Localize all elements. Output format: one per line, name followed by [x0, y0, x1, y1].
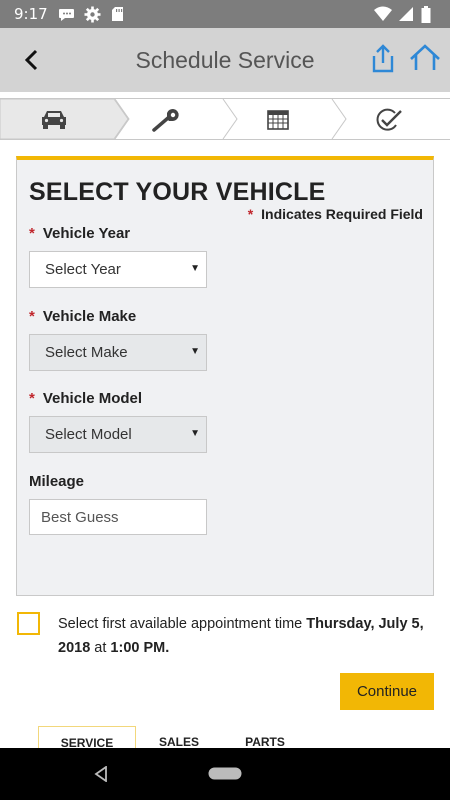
required-star: *	[247, 206, 254, 222]
year-label-text: Vehicle Year	[42, 225, 131, 242]
calendar-icon	[267, 110, 289, 130]
appointment-text: Select first available appointment time	[58, 616, 307, 632]
check-circle-icon	[376, 108, 402, 131]
step-schedule[interactable]	[224, 99, 348, 139]
tab-parts[interactable]: PARTS	[226, 726, 304, 749]
year-select[interactable]: Select Year ▼	[29, 251, 207, 288]
message-icon	[59, 9, 74, 21]
nav-home-icon[interactable]	[208, 767, 242, 780]
mileage-placeholder: Best Guess	[41, 509, 119, 526]
chevron-down-icon: ▼	[190, 263, 200, 274]
make-select[interactable]: Select Make ▼	[29, 334, 207, 371]
form-heading: SELECT YOUR VEHICLE	[29, 178, 326, 206]
chevron-down-icon: ▼	[190, 346, 200, 357]
first-available-text: Select first available appointment time …	[58, 612, 430, 660]
appointment-at: at	[90, 640, 111, 656]
tab-service[interactable]: SERVICE	[38, 726, 136, 750]
model-select[interactable]: Select Model ▼	[29, 416, 207, 453]
year-label: * Vehicle Year	[29, 225, 130, 242]
tab-sales[interactable]: SALES	[140, 726, 218, 749]
year-select-value: Select Year	[45, 261, 121, 278]
step-progress	[0, 98, 450, 140]
signal-icon	[399, 7, 413, 21]
mileage-input[interactable]: Best Guess	[29, 499, 207, 535]
chevron-down-icon: ▼	[190, 428, 200, 439]
required-star: *	[29, 390, 35, 407]
sd-card-icon	[112, 7, 123, 21]
continue-button[interactable]: Continue	[340, 673, 434, 710]
step-confirm[interactable]	[333, 99, 450, 139]
make-select-value: Select Make	[45, 344, 128, 361]
status-bar: 9:17	[0, 0, 450, 28]
required-star: *	[29, 308, 35, 325]
required-note-text: Indicates Required Field	[261, 206, 423, 222]
wifi-icon	[374, 6, 392, 21]
nav-back-icon[interactable]	[94, 766, 108, 782]
app-bar: Schedule Service	[0, 28, 450, 92]
car-icon	[42, 111, 66, 129]
step-service[interactable]	[115, 99, 239, 139]
battery-icon	[421, 6, 431, 23]
home-icon[interactable]	[409, 44, 441, 72]
first-available-checkbox[interactable]	[17, 612, 40, 635]
share-icon[interactable]	[370, 44, 396, 74]
step-vehicle[interactable]	[0, 99, 130, 139]
model-label: * Vehicle Model	[29, 390, 142, 407]
vehicle-form-card: SELECT YOUR VEHICLE * Indicates Required …	[16, 156, 434, 596]
settings-icon	[84, 6, 101, 23]
bottom-tabs: SERVICE SALES PARTS	[0, 726, 450, 750]
system-nav-bar	[0, 748, 450, 800]
mileage-label: Mileage	[29, 473, 85, 490]
wrench-icon	[152, 109, 179, 132]
required-note: * Indicates Required Field	[248, 206, 423, 222]
appointment-time: 1:00 PM.	[110, 640, 170, 656]
required-star: *	[29, 225, 35, 242]
model-select-value: Select Model	[45, 426, 132, 443]
model-label-text: Vehicle Model	[42, 390, 143, 407]
make-label-text: Vehicle Make	[42, 308, 137, 325]
make-label: * Vehicle Make	[29, 308, 136, 325]
status-time: 9:17	[14, 5, 48, 23]
